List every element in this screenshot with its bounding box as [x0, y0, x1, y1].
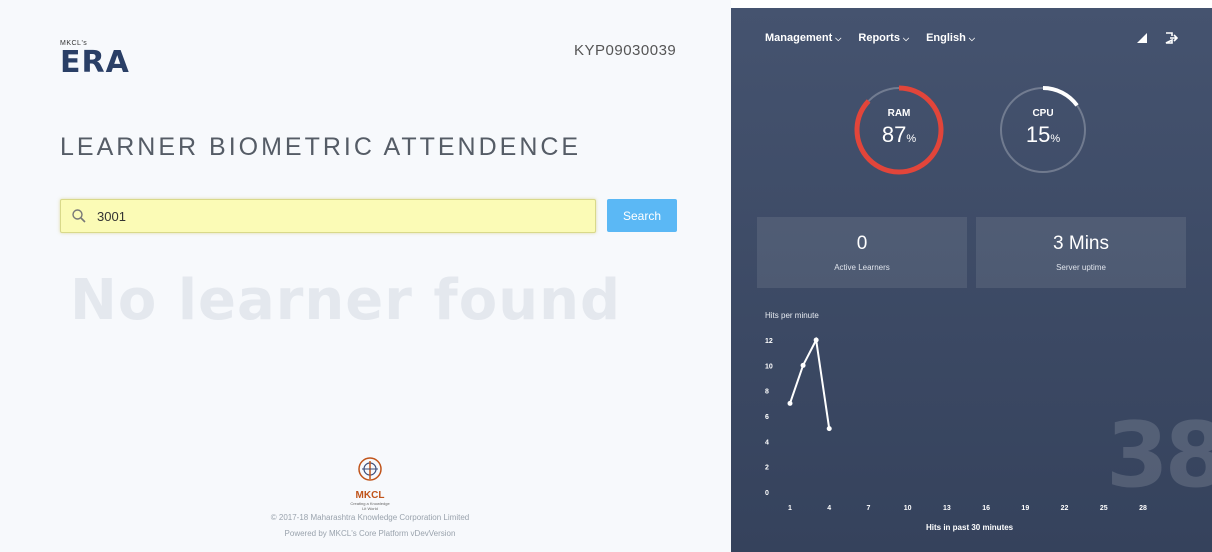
- search-button[interactable]: Search: [607, 199, 677, 232]
- series-line: [789, 336, 831, 429]
- mkcl-tagline: Creating a Knowledge Lit World: [350, 501, 390, 511]
- y-tick-label: 10: [765, 363, 773, 370]
- x-tick-label: 7: [866, 505, 870, 512]
- x-tick-label: 28: [1139, 505, 1147, 512]
- mkcl-emblem-icon: [358, 457, 382, 481]
- y-tick-label: 0: [765, 490, 769, 497]
- no-result-message: No learner found: [70, 268, 622, 333]
- chart-xlabel: Hits in past 30 minutes: [926, 523, 1014, 532]
- page-title: LEARNER BIOMETRIC ATTENDENCE: [60, 133, 582, 161]
- mkcl-logo: MKCL Creating a Knowledge Lit World: [350, 455, 390, 511]
- data-point: [800, 362, 806, 368]
- y-tick-label: 4: [765, 439, 769, 446]
- search-icon: [72, 209, 86, 223]
- data-point: [787, 400, 793, 406]
- data-point: [826, 426, 832, 432]
- learner-panel: MKCL's ERA KYP09030039 LEARNER BIOMETRIC…: [0, 0, 731, 552]
- x-tick-label: 16: [982, 505, 990, 512]
- y-tick-label: 12: [765, 338, 773, 345]
- y-tick-label: 2: [765, 465, 769, 472]
- y-tick-label: 6: [765, 414, 769, 421]
- search-input[interactable]: [97, 200, 577, 232]
- search-box[interactable]: [60, 199, 596, 233]
- x-tick-label: 4: [827, 505, 831, 512]
- mkcl-logo-text: MKCL: [355, 490, 385, 501]
- hits-chart: 0246810121 4 7 10 13 16 19 22 25 28: [765, 336, 1147, 512]
- x-tick-label: 22: [1061, 505, 1069, 512]
- data-point: [813, 337, 819, 343]
- powered-by-text: Powered by MKCL's Core Platform vDevVers…: [284, 529, 456, 538]
- footer: MKCL Creating a Knowledge Lit World © 20…: [220, 455, 520, 538]
- y-tick-label: 8: [765, 389, 769, 396]
- era-logo: MKCL's ERA: [60, 40, 130, 80]
- x-tick-label: 13: [943, 505, 951, 512]
- x-tick-label: 1: [788, 505, 792, 512]
- copyright-text: © 2017-18 Maharashtra Knowledge Corporat…: [270, 513, 470, 522]
- x-tick-label: 25: [1100, 505, 1108, 512]
- dashboard-panel: Management ⌵ Reports ⌵ English ⌵ RAM 87% CP…: [731, 8, 1212, 552]
- logo-name: ERA: [60, 45, 130, 80]
- x-tick-label: 10: [904, 505, 912, 512]
- center-code: KYP09030039: [574, 42, 677, 59]
- x-tick-label: 19: [1021, 505, 1029, 512]
